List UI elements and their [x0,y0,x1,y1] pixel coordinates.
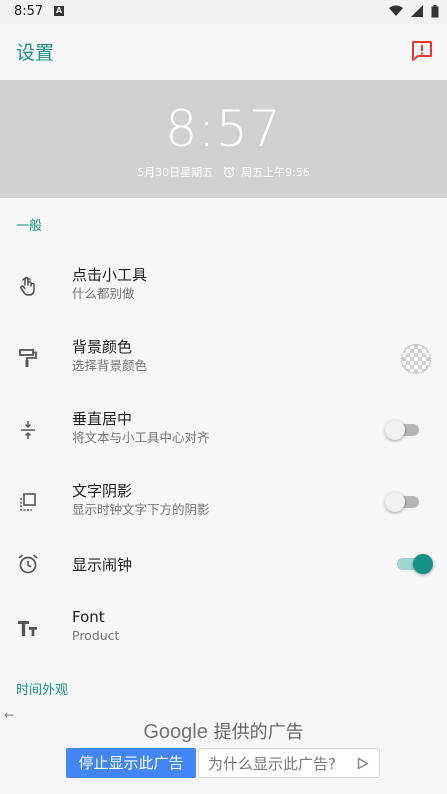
status-time: 8:57 [14,4,44,19]
pref-summary: 将文本与小工具中心对齐 [72,430,210,445]
ad-provided-label: 提供的广告 [213,722,304,743]
signal-icon [410,5,423,17]
ad-by-google: Google 提供的广告 [0,718,447,744]
alarm-toggle[interactable] [395,554,433,574]
pref-title: 显示闹钟 [72,556,133,574]
pref-title: Font [72,608,105,626]
preview-subline: 5月30日星期五 周五上午9:56 [0,164,447,180]
alarm-small-icon [223,166,235,178]
pref-title: 文字阴影 [72,482,133,500]
battery-icon [431,5,439,18]
stop-ad-button[interactable]: 停止显示此广告 [66,748,196,778]
pref-title: 垂直居中 [72,410,133,428]
wifi-icon [388,5,403,16]
pref-tap-widget[interactable]: 点击小工具 什么都别做 [0,250,447,322]
vertical-align-center-icon [21,421,35,439]
text-fields-icon [18,621,37,636]
pref-title: 背景颜色 [72,338,133,356]
pref-summary: 选择背景颜色 [72,358,148,373]
why-ad-label: 为什么显示此广告? [208,755,336,773]
preview-alarm: 周五上午9:56 [241,166,310,179]
section-general: 一般 [16,219,43,234]
pref-font[interactable]: Font Product [0,592,447,664]
why-ad-button[interactable]: 为什么显示此广告? [198,748,380,778]
page-title: 设置 [16,42,55,64]
pref-show-alarm[interactable]: 显示闹钟 [0,528,447,600]
section-time-appearance: 时间外观 [16,683,69,698]
pref-background-color[interactable]: 背景颜色 选择背景颜色 [0,322,447,394]
status-bar: 8:57 A [0,0,447,24]
pref-center-vertically[interactable]: 垂直居中 将文本与小工具中心对齐 [0,394,447,466]
preview-date: 5月30日星期五 [137,166,214,179]
app-bar: 设置 [0,24,447,80]
pref-title: 点击小工具 [72,266,148,284]
center-toggle[interactable] [385,420,421,440]
report-icon[interactable] [411,40,433,62]
adchoices-icon [357,757,369,770]
shadow-icon [20,493,36,511]
pref-summary: 显示时钟文字下方的阴影 [72,502,210,517]
transparent-color-swatch[interactable] [401,344,431,374]
google-logo: Google [143,721,208,743]
ad-banner: ← Google 提供的广告 停止显示此广告 为什么显示此广告? [0,700,447,794]
paint-roller-icon [19,349,37,367]
status-icons [385,5,439,19]
preview-clock: 8:57 [165,100,282,158]
pref-summary: 什么都别做 [72,286,135,301]
alarm-clock-icon [18,554,38,574]
notification-a-icon: A [54,6,64,16]
pref-summary: Product [72,628,120,643]
clock-preview: 8:57 5月30日星期五 周五上午9:56 [0,80,447,198]
shadow-toggle[interactable] [385,492,421,512]
touch-icon [20,276,35,296]
